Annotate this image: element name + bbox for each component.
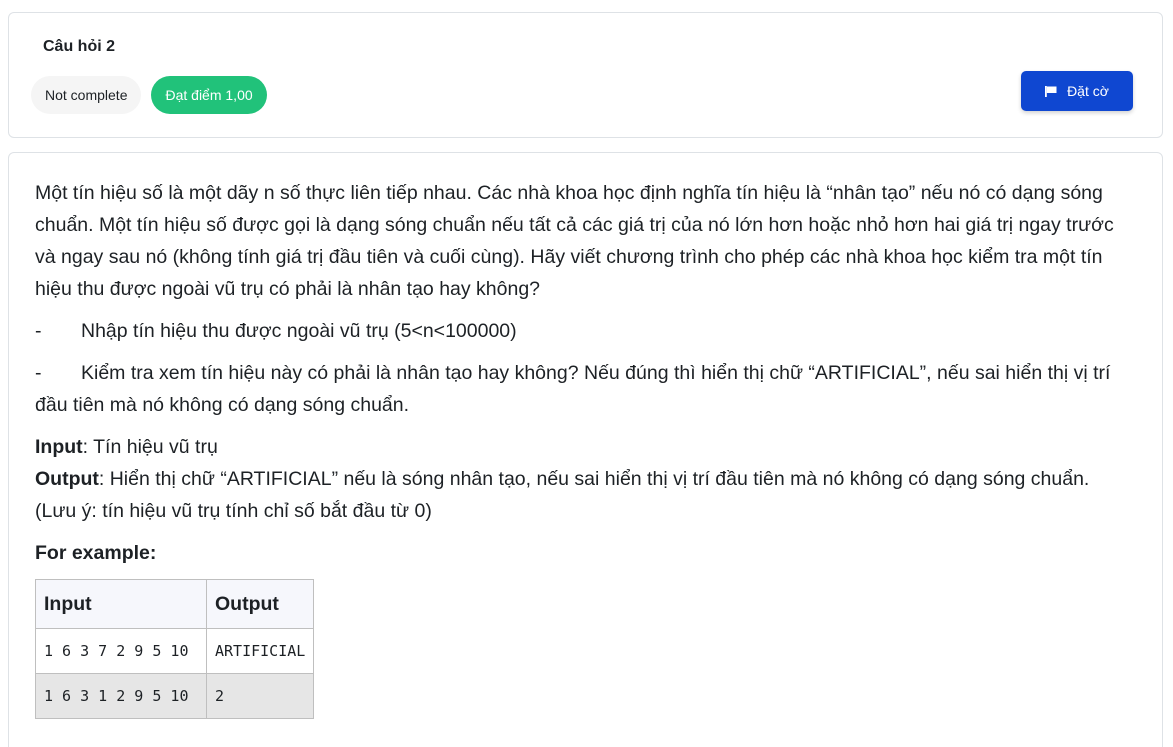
input-label: Input [35, 436, 83, 458]
example-heading: For example: [35, 542, 157, 564]
question-text: Một tín hiệu số là một dãy n số thực liê… [35, 177, 1135, 719]
question-title: Câu hỏi 2 [43, 38, 116, 55]
input-line: Input: Tín hiệu vũ trụ [35, 431, 1135, 463]
input-text: : Tín hiệu vũ trụ [82, 436, 218, 458]
example-output-cell: ARTIFICIAL [205, 628, 315, 674]
bullet-text: Nhập tín hiệu thu được ngoài vũ trụ (5<n… [81, 320, 517, 342]
example-input-cell: 1 6 3 1 2 9 5 10 [35, 673, 207, 719]
output-line: Output: Hiển thị chữ “ARTIFICIAL” nếu là… [35, 463, 1135, 495]
flag-button-label: Đặt cờ [1067, 83, 1109, 99]
question-intro: Một tín hiệu số là một dãy n số thực liê… [35, 182, 1114, 300]
bullet-item: - Kiểm tra xem tín hiệu này có phải là nh… [35, 357, 1135, 421]
grade-badge: Đạt điểm 1,00 [151, 76, 267, 114]
page: Câu hỏi 2 Not complete Đạt điểm 1,00 Đặt… [0, 0, 1173, 747]
output-label: Output [35, 468, 99, 490]
table-row: 1 6 3 7 2 9 5 10 ARTIFICIAL [35, 628, 315, 674]
example-output-cell: 2 [205, 673, 315, 719]
column-header-output: Output [205, 579, 315, 629]
table-row: 1 6 3 1 2 9 5 10 2 [35, 673, 315, 719]
table-header-row: Input Output [35, 579, 315, 629]
example-table: Input Output 1 6 3 7 2 9 5 10 ARTIFICIAL… [35, 579, 315, 719]
bullet-item: - Nhập tín hiệu thu được ngoài vũ trụ (5<… [35, 315, 1135, 347]
question-badges: Not complete Đạt điểm 1,00 [31, 76, 267, 114]
io-description: Input: Tín hiệu vũ trụ Output: Hiển thị … [35, 431, 1135, 527]
bullet-dash: - [35, 362, 42, 384]
question-info-card: Câu hỏi 2 Not complete Đạt điểm 1,00 Đặt… [8, 12, 1163, 138]
bullet-dash: - [35, 320, 42, 342]
flag-icon [1045, 85, 1057, 97]
state-badge: Not complete [31, 76, 142, 114]
example-input-cell: 1 6 3 7 2 9 5 10 [35, 628, 207, 674]
flag-question-button[interactable]: Đặt cờ [1021, 71, 1133, 111]
question-content-card: Một tín hiệu số là một dãy n số thực liê… [8, 152, 1163, 747]
bullet-text: Kiểm tra xem tín hiệu này có phải là nhâ… [35, 362, 1111, 416]
index-note: (Lưu ý: tín hiệu vũ trụ tính chỉ số bắt … [35, 500, 432, 522]
column-header-input: Input [35, 579, 207, 629]
output-text: : Hiển thị chữ “ARTIFICIAL” nếu là sóng … [98, 468, 1090, 490]
